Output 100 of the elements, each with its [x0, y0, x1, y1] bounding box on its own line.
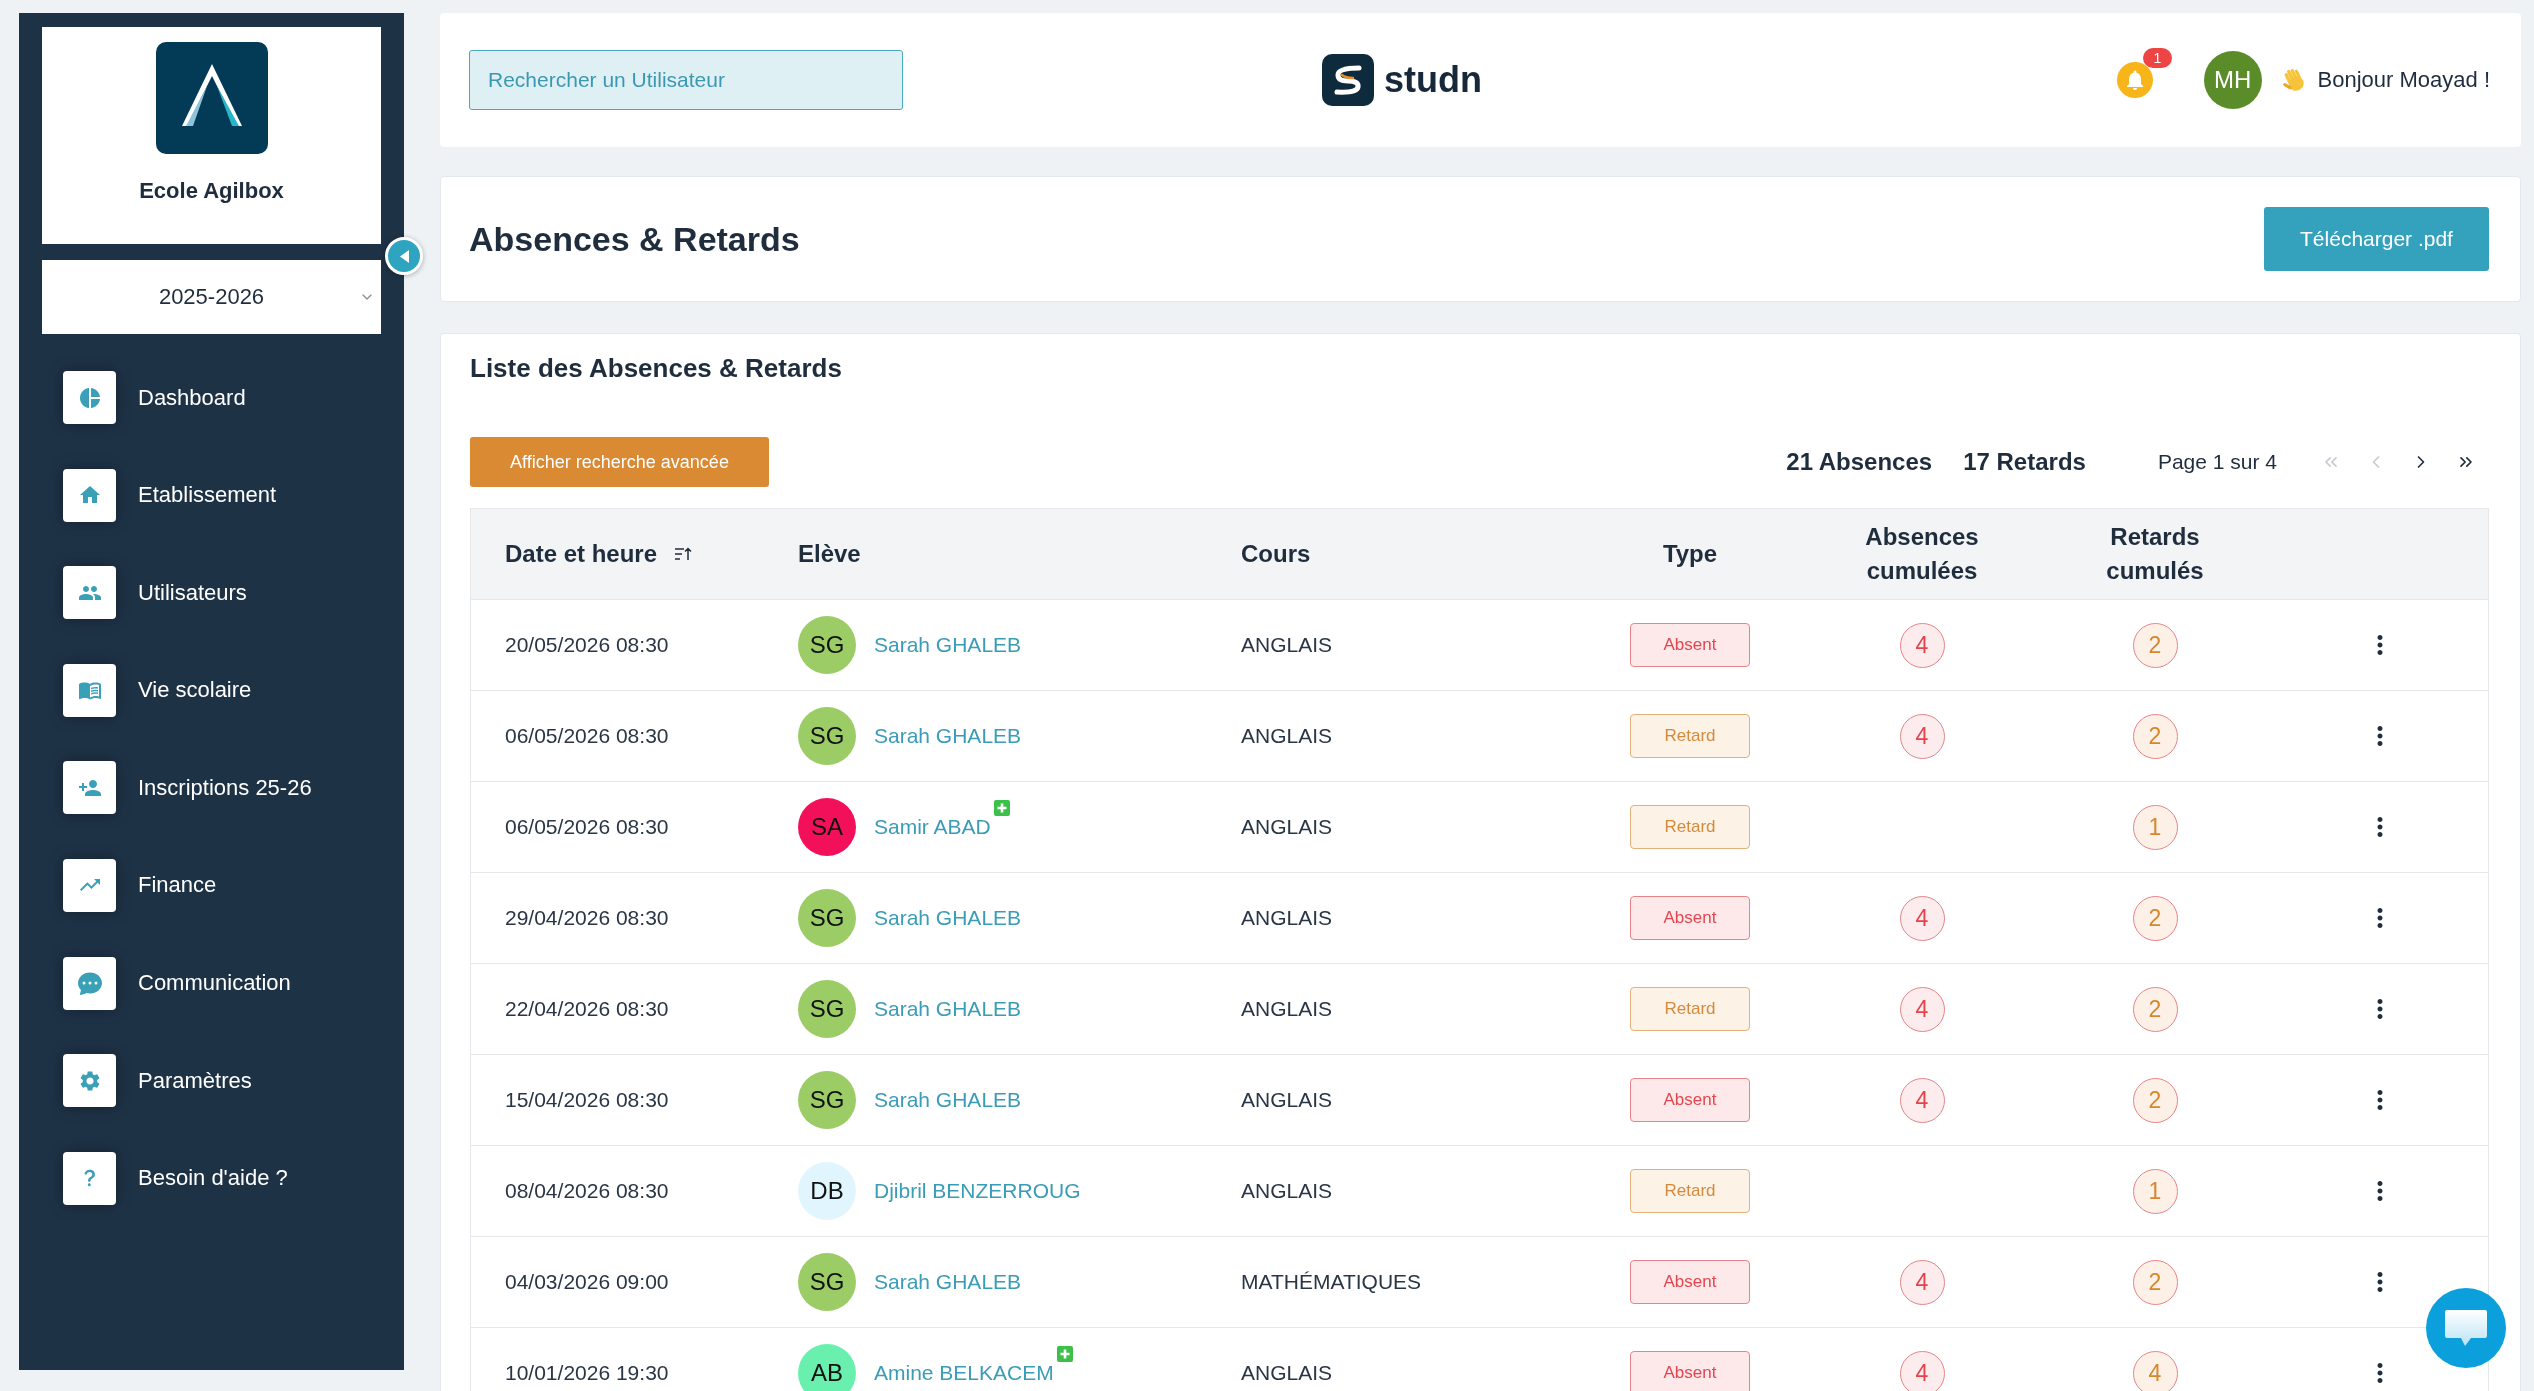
student-avatar: SG	[798, 980, 856, 1038]
late-count: 2	[2132, 622, 2178, 668]
absence-count: 4	[1899, 622, 1945, 668]
late-count: 2	[2132, 1077, 2178, 1123]
late-count: 2	[2132, 713, 2178, 759]
school-name: Ecole Agilbox	[139, 178, 284, 204]
sidebar-item[interactable]: Utilisateurs	[63, 566, 247, 620]
student-link[interactable]: Samir ABAD	[874, 815, 991, 839]
open-book-icon	[63, 663, 116, 717]
student-link[interactable]: Sarah GHALEB	[874, 997, 1022, 1021]
question-mark-icon	[63, 1151, 116, 1205]
date-cell: 22/04/2026 08:30	[505, 997, 669, 1021]
date-cell: 10/01/2026 19:30	[505, 1361, 669, 1385]
sort-icon[interactable]	[675, 547, 693, 561]
date-cell: 29/04/2026 08:30	[505, 906, 669, 930]
sidebar-item[interactable]: Dashboard	[63, 371, 246, 424]
notification-count: 1	[2142, 48, 2173, 68]
late-count: 4	[2132, 1350, 2178, 1391]
late-count: 1	[2132, 804, 2178, 850]
course-cell: ANGLAIS	[1241, 906, 1333, 930]
late-count: 2	[2132, 895, 2178, 941]
course-cell: ANGLAIS	[1241, 997, 1333, 1021]
section-title: Liste des Absences & Retards	[470, 352, 842, 385]
student-link[interactable]: Sarah GHALEB	[874, 724, 1022, 748]
collapse-sidebar-button[interactable]	[385, 237, 423, 275]
chat-bubble-icon	[63, 956, 116, 1010]
total-count: 17 Retards	[1963, 448, 2086, 476]
pie-chart-icon	[63, 371, 116, 424]
absence-count: 4	[1899, 1077, 1945, 1123]
status-tag: Absent	[1630, 1351, 1750, 1391]
notification-button[interactable]	[2116, 62, 2153, 98]
download-button[interactable]: Télécharger .pdf	[2264, 207, 2489, 271]
sidebar-item[interactable]: Etablissement	[63, 468, 277, 522]
date-cell: 06/05/2026 08:30	[505, 724, 669, 748]
absence-count: 4	[1899, 1350, 1945, 1391]
student-avatar: SG	[798, 1071, 856, 1129]
student-avatar: SG	[798, 616, 856, 674]
trending-up-icon	[63, 858, 116, 912]
year-select[interactable]: 2025-2026	[42, 260, 381, 334]
status-tag: Retard	[1630, 714, 1750, 758]
sidebar-item[interactable]: Paramètres	[63, 1054, 252, 1108]
advanced-search-button[interactable]: Afficher recherche avancée	[470, 437, 769, 487]
absence-count: 4	[1899, 986, 1945, 1032]
date-cell: 04/03/2026 09:00	[505, 1270, 669, 1294]
sidebar-item[interactable]: Inscriptions 25-26	[63, 761, 312, 815]
student-link[interactable]: Sarah GHALEB	[874, 1088, 1022, 1112]
absence-count: 4	[1899, 1259, 1945, 1305]
page-title: Absences & Retards	[469, 219, 800, 259]
student-avatar: SG	[798, 889, 856, 947]
sidebar-item[interactable]: Besoin d'aide ?	[63, 1151, 288, 1205]
student-link[interactable]: Sarah GHALEB	[874, 633, 1022, 657]
user-avatar[interactable]: MH	[2203, 51, 2262, 109]
search-field[interactable]: Rechercher un Utilisateur	[469, 50, 903, 110]
status-tag: Retard	[1630, 1169, 1750, 1213]
app-logo-icon	[1322, 54, 1374, 106]
triangle-left-icon	[399, 249, 409, 263]
column-header: Absences cumulées	[1864, 522, 1980, 586]
student-avatar: AB	[798, 1344, 856, 1391]
add-person-icon	[63, 761, 116, 815]
student-link[interactable]: Amine BELKACEM	[874, 1361, 1054, 1385]
people-icon	[63, 566, 116, 620]
column-header: Cours	[1241, 539, 1311, 569]
course-cell: ANGLAIS	[1241, 1088, 1333, 1112]
date-cell: 08/04/2026 08:30	[505, 1179, 669, 1203]
status-tag: Retard	[1630, 805, 1750, 849]
date-cell: 06/05/2026 08:30	[505, 815, 669, 839]
column-header: Retards cumulés	[2105, 522, 2205, 586]
sidebar-item[interactable]: Vie scolaire	[63, 663, 252, 717]
home-icon	[63, 468, 116, 522]
student-avatar: SG	[798, 707, 856, 765]
student-link[interactable]: Sarah GHALEB	[874, 906, 1022, 930]
brand-name: studn	[1384, 59, 1482, 101]
course-cell: ANGLAIS	[1241, 633, 1333, 657]
date-cell: 15/04/2026 08:30	[505, 1088, 669, 1112]
column-header: Type	[1662, 539, 1718, 569]
course-cell: ANGLAIS	[1241, 1361, 1333, 1385]
greeting-text: Bonjour Moayad !	[2317, 67, 2490, 93]
status-tag: Retard	[1630, 987, 1750, 1031]
settings-icon	[63, 1054, 116, 1108]
student-link[interactable]: Sarah GHALEB	[874, 1270, 1022, 1294]
status-tag: Absent	[1630, 896, 1750, 940]
sidebar-item[interactable]: Finance	[63, 858, 217, 912]
student-link[interactable]: Djibril BENZERROUG	[874, 1179, 1081, 1203]
course-cell: ANGLAIS	[1241, 1179, 1333, 1203]
student-avatar: SA	[798, 798, 856, 856]
status-tag: Absent	[1630, 623, 1750, 667]
absence-count: 4	[1899, 895, 1945, 941]
late-count: 2	[2132, 986, 2178, 1032]
speech-bubble-icon	[2443, 1308, 2489, 1348]
course-cell: ANGLAIS	[1241, 724, 1333, 748]
late-count: 1	[2132, 1168, 2178, 1214]
student-avatar: SG	[798, 1253, 856, 1311]
total-count: 21 Absences	[1786, 448, 1933, 476]
course-cell: MATHÉMATIQUES	[1241, 1270, 1422, 1294]
course-cell: ANGLAIS	[1241, 815, 1333, 839]
absence-count: 4	[1899, 713, 1945, 759]
column-header: Date et heure	[505, 539, 658, 569]
page-indicator: Page 1 sur 4	[2157, 450, 2277, 474]
sidebar-item[interactable]: Communication	[63, 956, 291, 1010]
column-header: Elève	[798, 539, 861, 569]
